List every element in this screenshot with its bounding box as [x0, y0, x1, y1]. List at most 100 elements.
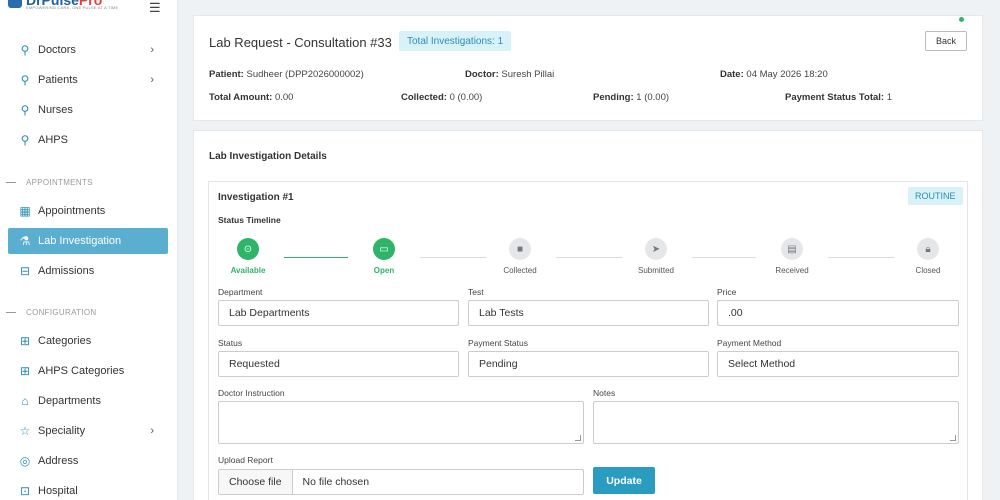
- update-button[interactable]: Update: [593, 467, 655, 494]
- building-icon: ⌂: [21, 394, 29, 408]
- sidebar-item-label: Hospital: [38, 485, 78, 497]
- test-field[interactable]: Lab Tests: [468, 300, 709, 326]
- doctor-instruction-textarea[interactable]: [218, 401, 584, 444]
- sidebar-item-appointments[interactable]: ▦ Appointments: [8, 198, 168, 224]
- priority-badge: ROUTINE: [908, 187, 963, 205]
- sidebar-item-label: Departments: [38, 395, 101, 407]
- star-icon: ☆: [19, 424, 31, 438]
- total-amount-info: Total Amount: 0.00: [209, 92, 293, 103]
- sidebar-item-label: Appointments: [38, 205, 106, 217]
- timeline-step-received: ▤ Received: [762, 238, 822, 275]
- collected-label: Collected:: [401, 92, 447, 103]
- timeline-connector: [556, 257, 622, 258]
- patient-info: Patient: Sudheer (DPP2026000002): [209, 69, 364, 80]
- doctor-info: Doctor: Suresh Pillai: [465, 69, 554, 80]
- sidebar-item-departments[interactable]: ⌂ Departments: [8, 388, 168, 414]
- back-button[interactable]: Back: [925, 31, 967, 51]
- send-icon: ➤: [645, 238, 667, 260]
- total-label: Total Amount:: [209, 92, 273, 103]
- total-investigations-badge: Total Investigations: 1: [399, 31, 512, 51]
- timeline-connector: [420, 257, 486, 258]
- sidebar-item-lab-investigation[interactable]: ⚗ Lab Investigation: [8, 228, 168, 254]
- date-label: Date:: [720, 69, 744, 80]
- request-header-card: [193, 15, 983, 121]
- sidebar-item-patients[interactable]: ⚲ Patients ›: [8, 67, 168, 93]
- date-value: 04 May 2026 18:20: [746, 69, 828, 80]
- doctor-label: Doctor:: [465, 69, 499, 80]
- date-info: Date: 04 May 2026 18:20: [720, 69, 828, 80]
- inbox-icon: ▤: [781, 238, 803, 260]
- grid-icon: ⊞: [19, 334, 31, 348]
- timeline-step-available: ⊙ Available: [218, 238, 278, 275]
- logo-icon: [8, 0, 22, 8]
- sidebar-item-label: Patients: [38, 74, 78, 86]
- flask-icon: ⚗: [19, 234, 31, 248]
- calendar-icon: ▦: [19, 204, 31, 218]
- sidebar-item-label: Categories: [38, 335, 92, 347]
- department-field[interactable]: Lab Departments: [218, 300, 459, 326]
- sidebar-item-address[interactable]: ◎ Address: [8, 448, 168, 474]
- sidebar-item-label: Nurses: [38, 104, 73, 116]
- sidebar-item-label: Address: [38, 455, 79, 467]
- chevron-right-icon: ›: [150, 74, 154, 86]
- step-label: Collected: [503, 266, 537, 275]
- sidebar-item-doctors[interactable]: ⚲ Doctors ›: [8, 37, 168, 63]
- timeline-step-closed: 🔒︎ Closed: [898, 238, 958, 275]
- status-label: Status: [218, 338, 243, 348]
- section-dash: [6, 181, 16, 183]
- doctor-value: Suresh Pillai: [501, 69, 555, 80]
- sidebar-item-label: Doctors: [38, 44, 76, 56]
- sidebar-item-label: AHPS Categories: [38, 365, 125, 377]
- step-label: Received: [775, 266, 809, 275]
- payment-status-info: Payment Status Total: 1: [785, 92, 892, 103]
- sidebar-item-admissions[interactable]: ⊟ Admissions: [8, 258, 168, 284]
- page-title: Lab Request - Consultation #33: [209, 35, 392, 50]
- sidebar-item-nurses[interactable]: ⚲ Nurses: [8, 97, 168, 123]
- sidebar-item-speciality[interactable]: ☆ Speciality ›: [8, 418, 168, 444]
- step-label: Open: [373, 266, 395, 275]
- details-title: Lab Investigation Details: [209, 151, 327, 162]
- brand-logo[interactable]: DrPulsePro EMPOWERING CARE, ONE PULSE AT…: [8, 0, 168, 12]
- step-label: Closed: [915, 266, 941, 275]
- notes-textarea[interactable]: [593, 401, 959, 444]
- patient-label: Patient:: [209, 69, 244, 80]
- payment-status-field[interactable]: Pending: [468, 351, 709, 377]
- chevron-right-icon: ›: [150, 425, 154, 437]
- section-label: APPOINTMENTS: [26, 177, 93, 187]
- menu-toggle-icon[interactable]: ☰: [149, 0, 161, 16]
- total-value: 0.00: [274, 92, 294, 103]
- price-field[interactable]: .00: [717, 300, 959, 326]
- payment-method-select[interactable]: Select Method: [717, 351, 959, 377]
- upload-report-input[interactable]: Choose file No file chosen: [218, 469, 584, 495]
- hospital-icon: ⊡: [19, 484, 31, 498]
- location-icon: ◎: [19, 454, 31, 468]
- investigation-box: [208, 181, 968, 500]
- step-label: Submitted: [637, 266, 675, 275]
- choose-file-button[interactable]: Choose file: [219, 470, 293, 494]
- sidebar: DrPulsePro EMPOWERING CARE, ONE PULSE AT…: [0, 0, 178, 500]
- section-configuration: CONFIGURATION: [0, 304, 178, 320]
- timeline-connector: [692, 257, 756, 258]
- doctor-instruction-label: Doctor Instruction: [218, 388, 285, 398]
- price-label: Price: [717, 287, 737, 297]
- section-label: CONFIGURATION: [26, 307, 97, 317]
- pending-info: Pending: 1 (0.00): [593, 92, 669, 103]
- sidebar-item-categories[interactable]: ⊞ Categories: [8, 328, 168, 354]
- payment-label: Payment Status Total:: [785, 92, 885, 103]
- sidebar-item-label: Lab Investigation: [38, 235, 122, 247]
- timeline-connector: [828, 257, 894, 258]
- sidebar-item-hospital[interactable]: ⊡ Hospital: [8, 478, 168, 500]
- status-field[interactable]: Requested: [218, 351, 459, 377]
- collected-value: 0 (0.00): [449, 92, 483, 103]
- pending-label: Pending:: [593, 92, 634, 103]
- sidebar-item-label: Speciality: [38, 425, 86, 437]
- square-icon: ■: [509, 238, 531, 260]
- brand-tagline: EMPOWERING CARE, ONE PULSE AT A TIME: [26, 5, 119, 10]
- sidebar-item-ahps-categories[interactable]: ⊞ AHPS Categories: [8, 358, 168, 384]
- sidebar-item-ahps[interactable]: ⚲ AHPS: [8, 127, 168, 153]
- file-status-text: No file chosen: [302, 476, 370, 488]
- folder-open-icon: ▭: [373, 238, 395, 260]
- sidebar-item-label: Admissions: [38, 265, 95, 277]
- timeline-connector: [284, 257, 348, 258]
- check-circle-icon: ⊙: [237, 238, 259, 260]
